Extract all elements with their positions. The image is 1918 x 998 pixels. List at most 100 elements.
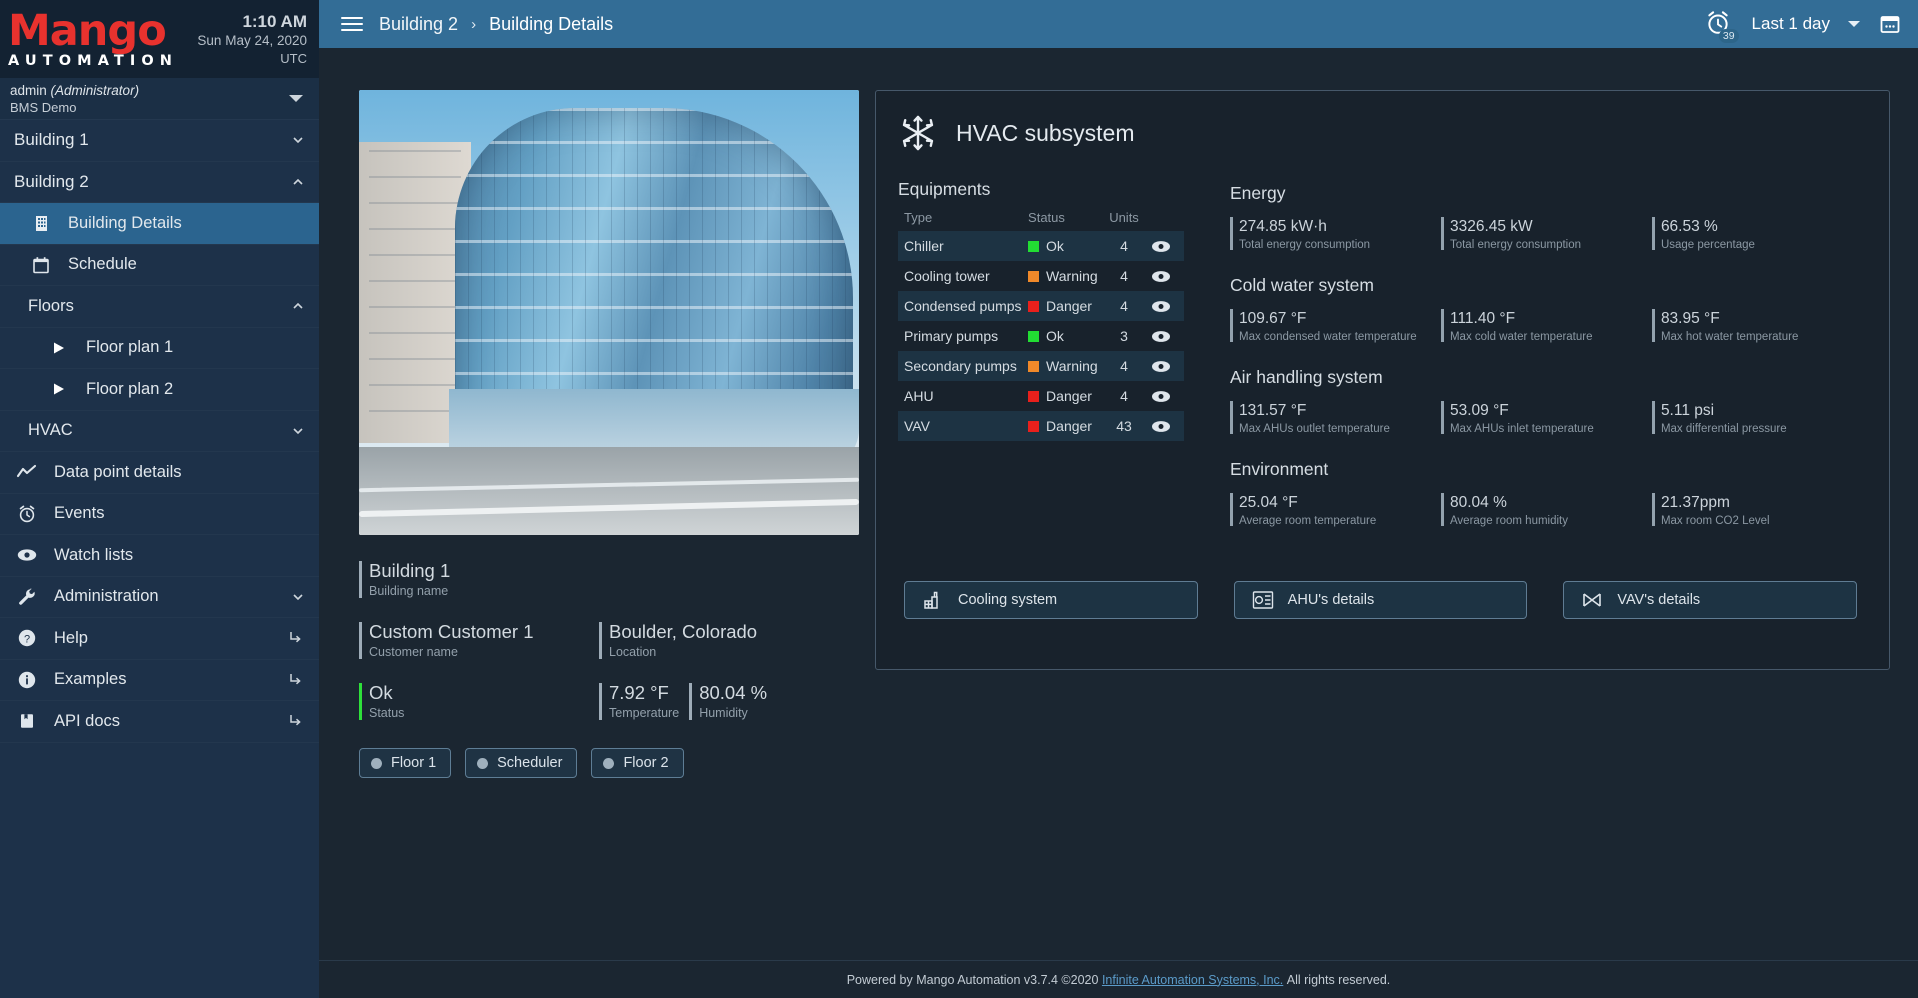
- breadcrumb-parent[interactable]: Building 2: [379, 14, 458, 35]
- user-menu[interactable]: admin (Administrator) BMS Demo: [0, 78, 319, 120]
- table-row[interactable]: Cooling tower Warning 4: [898, 261, 1184, 291]
- button-label: VAV's details: [1617, 592, 1701, 608]
- sidebar-item-api-docs[interactable]: API docs: [0, 701, 319, 743]
- sidebar-item-label: Floors: [28, 296, 74, 315]
- table-row[interactable]: AHU Danger 4: [898, 381, 1184, 411]
- cell-status: Ok: [1022, 231, 1098, 261]
- table-row[interactable]: VAV Danger 43: [898, 411, 1184, 441]
- main-area: Building 2 › Building Details 39 Last 1 …: [319, 0, 1918, 998]
- metric-label: Max condensed water temperature: [1239, 331, 1417, 343]
- customer-name-value: Custom Customer 1: [369, 621, 534, 642]
- cell-type: VAV: [898, 411, 1023, 441]
- sidebar-item-label: Watch lists: [54, 545, 134, 564]
- button-label: AHU's details: [1287, 592, 1375, 608]
- external-link-icon[interactable]: [287, 712, 305, 730]
- cell-type: Primary pumps: [904, 328, 999, 344]
- menu-toggle-icon[interactable]: [341, 13, 363, 35]
- chevron-down-icon[interactable]: [289, 95, 303, 102]
- alarms-button[interactable]: 39: [1704, 9, 1739, 43]
- cell-units: 4: [1098, 231, 1144, 261]
- sidebar-item-building-2[interactable]: Building 2: [0, 162, 319, 203]
- metric-value: 274.85 kW·h: [1239, 218, 1327, 235]
- metric-value: 21.37ppm: [1660, 494, 1730, 511]
- sidebar-group-floors[interactable]: Floors: [0, 286, 319, 328]
- table-row[interactable]: Chiller Ok 4: [898, 231, 1184, 261]
- sidebar-item-floor-plan-2[interactable]: Floor plan 2: [0, 369, 319, 411]
- ahu-details-button[interactable]: AHU's details: [1233, 581, 1528, 619]
- vav-details-button[interactable]: VAV's details: [1563, 581, 1858, 619]
- chevron-up-icon[interactable]: [291, 299, 305, 313]
- valve-icon: [1580, 589, 1604, 611]
- calendar-picker-button[interactable]: [1878, 12, 1902, 36]
- chevron-down-icon[interactable]: [291, 590, 305, 604]
- sidebar-item-label: Building Details: [68, 213, 182, 232]
- metric-card: 83.95 °F Max hot water temperature: [1651, 308, 1863, 345]
- cooling-system-button[interactable]: Cooling system: [904, 581, 1198, 619]
- sidebar-item-events[interactable]: Events: [0, 494, 319, 535]
- sidebar-item-help[interactable]: ? Help: [0, 618, 319, 660]
- help-circle-icon: ?: [14, 628, 40, 648]
- chip-floor-1[interactable]: Floor 1: [359, 748, 452, 778]
- chevron-down-icon[interactable]: [291, 424, 305, 438]
- humidity-field: 80.04 % Humidity: [689, 681, 767, 722]
- equipments-table: Type Status Units Chiller Ok 4 Cooling towe…: [898, 210, 1184, 441]
- sidebar-group-hvac[interactable]: HVAC: [0, 411, 319, 452]
- chevron-down-icon[interactable]: [1848, 21, 1860, 27]
- sidebar-item-data-point-details[interactable]: Data point details: [0, 452, 319, 494]
- sidebar-item-administration[interactable]: Administration: [0, 577, 319, 618]
- hvac-action-buttons: Cooling system AHU's details VAV's detai…: [898, 581, 1863, 619]
- sidebar-item-schedule[interactable]: Schedule: [0, 245, 319, 286]
- metric-label: Max hot water temperature: [1660, 331, 1799, 343]
- cell-type: AHU: [904, 388, 934, 404]
- sidebar-item-label: Floor plan 2: [86, 379, 174, 398]
- view-details-button[interactable]: [1144, 231, 1184, 261]
- button-label: Cooling system: [958, 592, 1058, 608]
- sidebar-item-watch-lists[interactable]: Watch lists: [0, 535, 319, 577]
- view-details-button[interactable]: [1144, 321, 1184, 351]
- metric-card: 109.67 °F Max condensed water temperature: [1230, 308, 1441, 345]
- chevron-up-icon[interactable]: [291, 175, 305, 189]
- view-details-button[interactable]: [1144, 381, 1184, 411]
- cell-units: 4: [1098, 351, 1144, 381]
- chevron-down-icon[interactable]: [291, 133, 305, 147]
- external-link-icon[interactable]: [287, 629, 305, 647]
- view-details-button[interactable]: [1144, 351, 1184, 381]
- breadcrumb-current: Building Details: [489, 13, 614, 34]
- table-row[interactable]: Primary pumps Ok 3: [898, 321, 1184, 351]
- view-details-button[interactable]: [1144, 411, 1184, 441]
- status-square-icon: [1028, 301, 1040, 312]
- sidebar-item-floor-plan-1[interactable]: Floor plan 1: [0, 328, 319, 369]
- column-header-units: Units: [1109, 210, 1139, 225]
- table-row[interactable]: Condensed pumps Danger 4: [898, 291, 1184, 321]
- metric-label: Usage percentage: [1660, 239, 1755, 251]
- sidebar-item-building-1[interactable]: Building 1: [0, 120, 319, 162]
- location-label: Location: [609, 645, 657, 659]
- view-details-button[interactable]: [1144, 291, 1184, 321]
- sidebar-item-label: Building 1: [14, 130, 89, 150]
- footer-company-link[interactable]: Infinite Automation Systems, Inc.: [1102, 973, 1283, 987]
- sidebar-item-label: HVAC: [28, 421, 73, 440]
- toolbar-actions: 39 Last 1 day: [1704, 9, 1902, 43]
- clock-date: Sun May 24, 2020: [197, 33, 307, 48]
- table-row[interactable]: Secondary pumps Warning 4: [898, 351, 1184, 381]
- cell-units: 4: [1098, 291, 1144, 321]
- status-label: Status: [369, 706, 405, 720]
- column-header-status: Status: [1028, 210, 1065, 225]
- metric-grid: 109.67 °F Max condensed water temperature…: [1230, 308, 1863, 361]
- metric-value: 83.95 °F: [1660, 310, 1720, 327]
- chip-scheduler[interactable]: Scheduler: [465, 748, 578, 778]
- calendar-icon: [28, 255, 54, 275]
- sidebar-item-examples[interactable]: Examples: [0, 660, 319, 701]
- date-range-label[interactable]: Last 1 day: [1752, 14, 1830, 34]
- metric-group-title: Cold water system: [1230, 275, 1374, 295]
- external-link-icon[interactable]: [287, 671, 305, 689]
- cell-units: 4: [1120, 268, 1128, 284]
- sidebar-item-building-details[interactable]: Building Details: [0, 203, 319, 245]
- hvac-panel-header: HVAC subsystem: [898, 113, 1863, 153]
- customer-name-label: Customer name: [369, 645, 458, 659]
- chip-label: Scheduler: [497, 755, 563, 771]
- view-details-button[interactable]: [1144, 261, 1184, 291]
- cell-type: Cooling tower: [904, 268, 990, 284]
- chip-floor-2[interactable]: Floor 2: [591, 748, 684, 778]
- metric-grid: 274.85 kW·h Total energy consumption 3326.…: [1230, 216, 1863, 269]
